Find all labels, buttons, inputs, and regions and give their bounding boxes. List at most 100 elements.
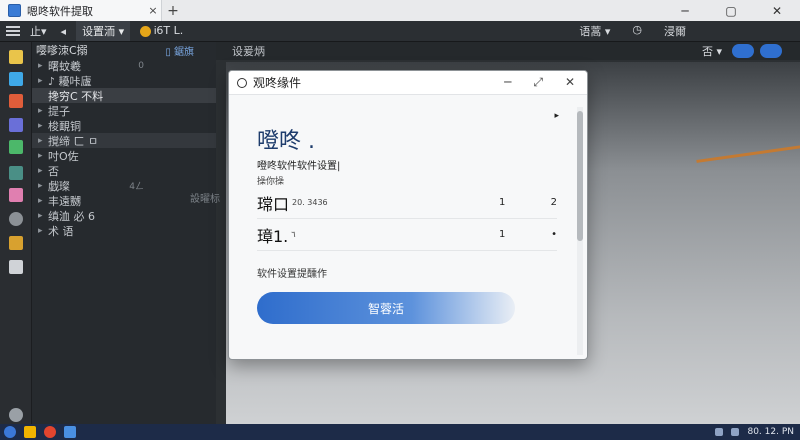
chevron-right-icon: ▸ bbox=[38, 180, 43, 191]
dialog-row-2[interactable]: 璋1. ٦ 1 • bbox=[257, 219, 557, 251]
list-item-selected[interactable]: 搀穷C 不料 bbox=[32, 88, 216, 103]
volume-icon[interactable] bbox=[731, 428, 740, 436]
history-icon[interactable]: ◷ bbox=[628, 23, 646, 39]
dialog-row-1[interactable]: 瑺口 20. 3436 1 2 bbox=[257, 187, 557, 219]
chevron-right-icon: ▸ bbox=[38, 120, 43, 131]
side-hint-label: 設曜标 bbox=[190, 194, 220, 205]
row-1-value-2: 2 bbox=[550, 197, 557, 208]
chevron-right-icon: ▸ bbox=[38, 60, 43, 71]
chevron-down-icon: ▾ bbox=[118, 25, 125, 38]
list-item[interactable]: ▸ 撹缔 ㄈ ㅁ bbox=[32, 133, 216, 148]
terminal-icon[interactable] bbox=[9, 166, 23, 180]
search-icon bbox=[237, 77, 247, 88]
toolbar-right-label[interactable]: 浸爾 bbox=[660, 23, 690, 39]
gear-icon[interactable] bbox=[9, 408, 23, 422]
chat-icon[interactable] bbox=[9, 212, 23, 226]
title-bar: 嗯咚软件提取 × + ─ ▢ ✕ bbox=[0, 0, 800, 21]
dialog-expand-button[interactable]: ⤢ bbox=[533, 75, 543, 90]
list-item[interactable]: ▸ 戯璨 4ㄥ bbox=[32, 178, 216, 193]
taskbar-window-icon[interactable] bbox=[64, 426, 76, 438]
list-item[interactable]: ▸ 提子 bbox=[32, 103, 216, 118]
window-controls: ─ ▢ ✕ bbox=[662, 0, 800, 21]
search-icon[interactable] bbox=[9, 72, 23, 86]
language-dropdown[interactable]: 语蒿 ▾ bbox=[575, 23, 614, 39]
sidebar-open-button[interactable]: ▯ 鋸旗 bbox=[165, 43, 194, 58]
primary-button-label: 智蓉活 bbox=[367, 301, 404, 316]
primary-action-button[interactable]: 智蓉活 bbox=[257, 292, 515, 324]
list-item[interactable]: ▸ 丰遠嬲 bbox=[32, 193, 216, 208]
status-indicator: Ꭵ6ꓔ L. bbox=[136, 24, 187, 38]
row-1-value-1: 1 bbox=[499, 197, 506, 208]
source-control-icon[interactable] bbox=[9, 94, 23, 108]
list-item[interactable]: ▸ ♪ 耰咔廬 bbox=[32, 73, 216, 88]
toolbar: 止▾ ◂ 设置洏 ▾ Ꭵ6ꓔ L. 语蒿 ▾ ◷ 浸爾 bbox=[0, 21, 800, 42]
apps-grid-icon[interactable] bbox=[9, 260, 23, 274]
row-1-sub: 20. 3436 bbox=[292, 198, 328, 207]
toolbar-item-1[interactable]: 止▾ bbox=[26, 23, 51, 39]
activity-bar bbox=[0, 42, 32, 424]
sidebar-header: 嘤嗲洓C搦 ▯ 鋸旗 bbox=[32, 42, 216, 58]
pause-toggle-button[interactable] bbox=[760, 44, 782, 58]
debug-icon[interactable] bbox=[9, 118, 23, 132]
dialog-header: 观咚缘件 ─ ⤢ ✕ bbox=[229, 71, 587, 95]
settings-dialog: 观咚缘件 ─ ⤢ ✕ 噔咚 . 噔咚软件软件设置| 操你操 瑺口 20. 343… bbox=[228, 70, 588, 360]
dialog-subtitle-2: 操你操 bbox=[257, 177, 285, 187]
row-2-sub: ٦ bbox=[291, 230, 296, 239]
chevron-right-icon: ▸ bbox=[38, 195, 43, 206]
hamburger-menu-icon[interactable] bbox=[6, 26, 20, 36]
list-item[interactable]: ▸ 曙蚊羲 0 bbox=[32, 58, 216, 73]
list-item[interactable]: ▸ 否 bbox=[32, 163, 216, 178]
bookmark-icon[interactable] bbox=[9, 188, 23, 202]
tab-title: 嗯咚软件提取 bbox=[27, 4, 93, 18]
toolbar-right: 语蒿 ▾ ◷ 浸爾 bbox=[575, 23, 800, 39]
chevron-right-icon: ▸ bbox=[38, 150, 43, 161]
dialog-minimize-button[interactable]: ─ bbox=[504, 75, 511, 90]
browser-icon[interactable] bbox=[44, 426, 56, 438]
sidebar-title: 嘤嗲洓C搦 bbox=[36, 44, 88, 57]
scrollbar-thumb[interactable] bbox=[577, 111, 583, 241]
system-tray: 80. 12. PN bbox=[715, 427, 800, 437]
dialog-note: 软件设置提醺作 bbox=[257, 269, 327, 280]
editor-tab[interactable]: 设爰炳 bbox=[216, 43, 281, 59]
list-item[interactable]: ▸ 缜洫 必 6 bbox=[32, 208, 216, 223]
sidebar: 嘤嗲洓C搦 ▯ 鋸旗 ▸ 曙蚊羲 0 ▸ ♪ 耰咔廬 搀穷C 不料 ▸ 提子 ▸ 梭靦铜 … bbox=[32, 42, 216, 424]
taskbar-app-icon[interactable] bbox=[24, 426, 36, 438]
list-item[interactable]: ▸ 梭靦铜 bbox=[32, 118, 216, 133]
settings-button[interactable]: 设置洏 ▾ bbox=[76, 21, 131, 41]
chevron-right-icon: ▸ bbox=[38, 225, 43, 236]
start-icon[interactable] bbox=[4, 426, 16, 438]
minimize-button[interactable]: ─ bbox=[662, 0, 708, 21]
row-1-key: 瑺口 bbox=[257, 194, 290, 214]
taskbar-clock[interactable]: 80. 12. PN bbox=[747, 427, 794, 437]
dialog-title: 观咚缘件 bbox=[253, 76, 302, 90]
browser-tab[interactable]: 嗯咚软件提取 × bbox=[0, 0, 162, 21]
chevron-right-icon: ▸ bbox=[38, 105, 43, 116]
status-text: Ꭵ6ꓔ L. bbox=[154, 24, 184, 37]
explorer-icon[interactable] bbox=[9, 50, 23, 64]
coin-icon bbox=[140, 25, 152, 37]
row-2-key: 璋1. bbox=[257, 226, 289, 246]
close-window-button[interactable]: ✕ bbox=[754, 0, 800, 21]
chevron-right-icon: ▸ bbox=[38, 135, 43, 146]
chevron-right-icon: ▸ bbox=[38, 75, 43, 86]
clock-toggle-button[interactable] bbox=[732, 44, 754, 58]
editor-dropdown[interactable]: 否 ▾ bbox=[698, 43, 726, 59]
list-item[interactable]: ▸ 吋O佐 bbox=[32, 148, 216, 163]
editor-actions: 否 ▾ bbox=[698, 42, 782, 60]
dialog-subtitle: 噔咚软件软件设置| bbox=[257, 161, 341, 172]
app-icon bbox=[8, 4, 21, 17]
taskbar: 80. 12. PN bbox=[0, 424, 800, 440]
dialog-heading: 噔咚 . bbox=[257, 129, 315, 154]
tab-close-icon[interactable]: × bbox=[145, 4, 161, 17]
tools-icon[interactable] bbox=[9, 236, 23, 250]
pointer-cursor-icon: ▸ bbox=[554, 111, 559, 121]
dialog-body: 噔咚 . 噔咚软件软件设置| 操你操 瑺口 20. 3436 1 2 璋1. ٦… bbox=[229, 95, 575, 359]
list-item[interactable]: ▸ 术 语 bbox=[32, 223, 216, 238]
maximize-button[interactable]: ▢ bbox=[708, 0, 754, 21]
network-icon[interactable] bbox=[715, 428, 724, 436]
dialog-close-button[interactable]: ✕ bbox=[565, 75, 575, 90]
new-tab-button[interactable]: + bbox=[162, 0, 184, 21]
row-2-value-2: • bbox=[551, 229, 557, 240]
extensions-icon[interactable] bbox=[9, 140, 23, 154]
toolbar-back-button[interactable]: ◂ bbox=[57, 25, 71, 38]
